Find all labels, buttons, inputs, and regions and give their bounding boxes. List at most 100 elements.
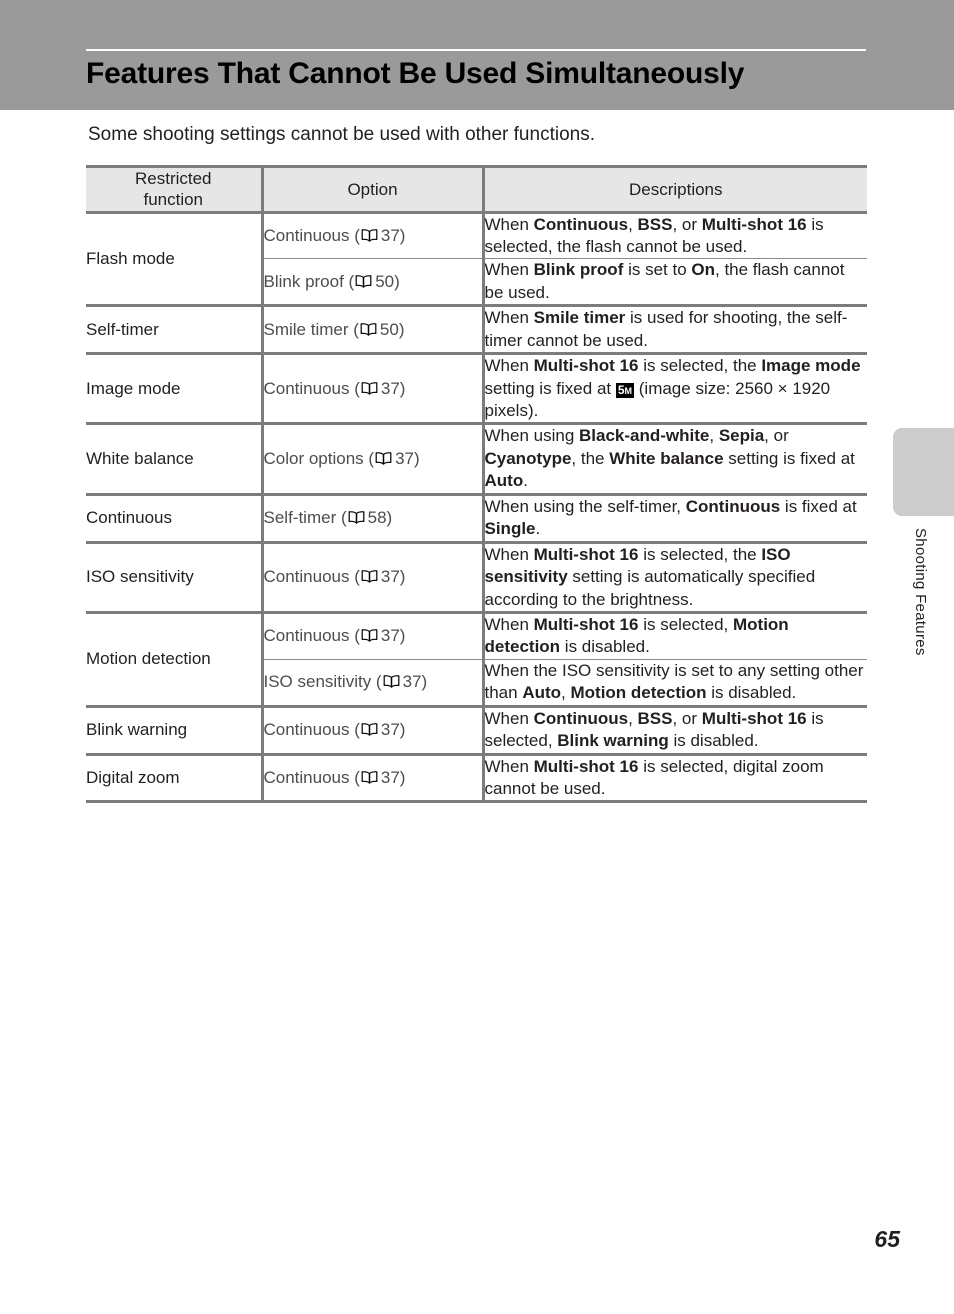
restricted-function-label: Image mode <box>86 378 181 398</box>
option-page-reference: 37) <box>380 720 406 740</box>
restricted-function-cell: Flash mode <box>86 212 264 308</box>
table-row: Flash mode Continuous (37) When Continuous… <box>86 212 867 308</box>
description-emphasis: Blink proof <box>533 260 624 280</box>
description-text: When <box>484 708 534 728</box>
restricted-function-cell: Image mode <box>86 353 264 426</box>
description-emphasis: Auto <box>522 683 562 703</box>
option-label: Self-timer ( <box>263 508 347 528</box>
description-text: When <box>484 614 534 634</box>
option-label: Continuous ( <box>263 378 360 398</box>
option-page-reference: 37) <box>402 672 428 692</box>
option-cell: ISO sensitivity (37) <box>262 659 485 708</box>
description-text: setting is fixed at <box>723 448 855 468</box>
column-header-descriptions: Descriptions <box>483 165 867 214</box>
description-text: is selected, the <box>638 544 762 564</box>
option-label: Continuous ( <box>263 567 360 587</box>
description-emphasis: Image mode <box>761 356 861 376</box>
option-label: Continuous ( <box>263 768 360 787</box>
description-cell: When Smile timer is used for shooting, t… <box>483 305 867 356</box>
description-text: , <box>709 426 719 446</box>
description-text: is disabled. <box>560 637 650 657</box>
description-text: , or <box>672 214 702 234</box>
column-header-line1: Restricted <box>134 169 212 188</box>
description-emphasis: Sepia <box>718 426 765 446</box>
description-emphasis: Motion detection <box>570 683 707 703</box>
description-emphasis: Multi-shot 16 <box>533 614 639 634</box>
option-label: Smile timer ( <box>263 319 359 339</box>
header-rule <box>86 49 866 51</box>
table-body: Flash mode Continuous ( 37) When Continuous… <box>86 212 867 804</box>
table-row: Self-timer Smile timer (50) When Smile tim… <box>86 305 867 356</box>
description-text: When using the self-timer, <box>484 496 686 516</box>
column-header-line2: function <box>143 190 204 210</box>
table-row: ISO sensitivity Continuous (37) When Multi… <box>86 542 867 614</box>
description-cell: When using Black-and-white, Sepia, or Cy… <box>483 423 867 496</box>
description-text: is set to <box>623 260 692 280</box>
table-row: Image mode Continuous ( 37) When Multi-shot… <box>86 353 867 426</box>
page-header-band: Features That Cannot Be Used Simultaneou… <box>0 0 954 110</box>
book-icon <box>361 723 378 736</box>
page-title: Features That Cannot Be Used Simultaneou… <box>86 57 745 90</box>
option-page-reference: 37) <box>380 378 406 398</box>
section-thumb-label: Shooting Features <box>912 528 929 656</box>
option-cell: Continuous ( 37) <box>262 612 485 660</box>
option-cell: Continuous ( 37) <box>262 754 485 804</box>
description-text: , or <box>672 708 702 728</box>
option-page-reference: 37) <box>380 225 406 245</box>
option-page-reference: 58) <box>367 508 393 528</box>
table-row: Blink warning Continuous ( 37) When Continu… <box>86 706 867 756</box>
option-label: Blink proof ( <box>263 271 355 291</box>
description-text: When <box>484 308 534 328</box>
description-text: When <box>484 356 534 376</box>
option-page-reference: 37) <box>380 626 406 646</box>
table-row: Continuous Self-timer (58) When using the … <box>86 494 867 544</box>
restricted-function-label: Blink warning <box>86 720 188 740</box>
book-icon <box>383 675 400 688</box>
description-cell: When Multi-shot 16 is selected, the ISO … <box>483 542 867 614</box>
column-header-option: Option <box>262 165 485 214</box>
description-emphasis: Cyanotype <box>484 448 572 468</box>
description-text: is disabled. <box>706 683 797 703</box>
book-icon <box>348 511 365 524</box>
book-icon <box>361 570 378 583</box>
description-emphasis: Multi-shot 16 <box>701 214 807 234</box>
restricted-function-label: ISO sensitivity <box>86 567 194 587</box>
book-icon <box>375 452 392 465</box>
description-text: When <box>484 544 534 564</box>
description-emphasis: On <box>691 260 715 280</box>
description-text: , <box>628 708 638 728</box>
description-emphasis: Continuous <box>533 708 629 728</box>
description-cell: When Blink proof is set to On, the flash… <box>483 258 867 308</box>
book-icon <box>361 382 378 395</box>
description-emphasis: BSS <box>637 214 673 234</box>
restricted-function-label: Flash mode <box>86 248 175 268</box>
table-header-row: Restricted function Option Descriptions <box>86 165 867 214</box>
description-text: When <box>484 756 534 776</box>
book-icon <box>361 629 378 643</box>
description-emphasis: Multi-shot 16 <box>533 544 639 564</box>
restricted-function-cell: ISO sensitivity <box>86 542 264 614</box>
option-cell: Continuous ( 37) <box>262 706 485 756</box>
restricted-function-cell: White balance <box>86 423 264 496</box>
description-emphasis: Multi-shot 16 <box>533 756 639 776</box>
option-cell: Continuous (37) <box>262 212 485 260</box>
book-icon <box>355 275 372 288</box>
description-text: setting is fixed at <box>484 378 616 398</box>
option-cell: Blink proof (50) <box>262 258 485 308</box>
description-text: is fixed at <box>780 496 857 516</box>
option-cell: Continuous ( 37) <box>262 353 485 426</box>
book-icon <box>360 322 377 336</box>
description-emphasis: Blink warning <box>557 731 669 751</box>
restrictions-table: Restricted function Option Descriptions … <box>86 165 867 804</box>
description-cell: When using the self-timer, Continuous is… <box>483 494 867 544</box>
description-cell: When Multi-shot 16 is selected, the Imag… <box>483 353 867 426</box>
book-icon <box>361 771 378 784</box>
description-emphasis: Auto <box>484 471 524 491</box>
description-emphasis: Smile timer <box>533 308 626 328</box>
description-cell: When Continuous, BSS, or Multi-shot 16 i… <box>483 212 867 260</box>
option-label: Continuous ( <box>263 720 360 740</box>
table-row: White balance Color options (37) When usin… <box>86 423 867 496</box>
option-page-reference: 37) <box>380 768 406 787</box>
option-label: Continuous ( <box>263 626 360 646</box>
option-label: Color options ( <box>263 449 375 469</box>
